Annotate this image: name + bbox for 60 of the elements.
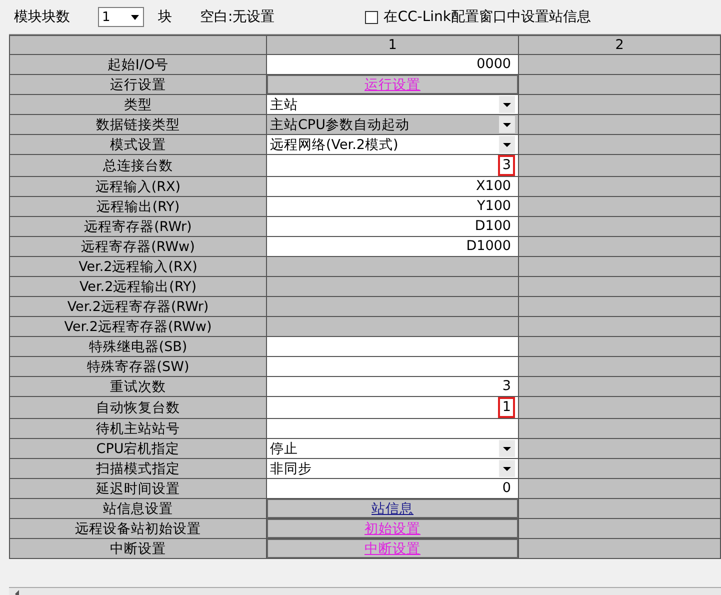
input-cell[interactable]: [266, 356, 518, 376]
row-header: Ver.2远程寄存器(RWr): [10, 296, 266, 316]
input-cell[interactable]: D100: [266, 216, 518, 236]
input-cell[interactable]: 3: [266, 376, 518, 396]
input-cell[interactable]: Y100: [266, 196, 518, 216]
input-cell[interactable]: 0000: [266, 54, 518, 74]
setting-button[interactable]: 站信息: [268, 500, 518, 518]
row-header: 站信息设置: [10, 498, 266, 518]
row-header: 远程寄存器(RWw): [10, 236, 266, 256]
input-cell[interactable]: [266, 418, 518, 438]
row-header: 运行设置: [10, 74, 266, 94]
dropdown-cell[interactable]: 非同步: [266, 458, 518, 478]
unit-label: 块: [158, 8, 172, 26]
row-header: Ver.2远程输入(RX): [10, 256, 266, 276]
row-header: 特殊继电器(SB): [10, 336, 266, 356]
row-header: 待机主站站号: [10, 418, 266, 438]
row-header: 特殊寄存器(SW): [10, 356, 266, 376]
cell-value: 0000: [476, 56, 512, 73]
row-header: 延迟时间设置: [10, 478, 266, 498]
row-header: 扫描模式指定: [10, 458, 266, 478]
cell-value: 1: [498, 398, 515, 418]
input-cell[interactable]: [266, 336, 518, 356]
dropdown-cell[interactable]: 主站: [266, 94, 518, 114]
module-count-dropdown[interactable]: 1: [98, 7, 144, 27]
row-header: 起始I/O号: [10, 54, 266, 74]
row-header: 类型: [10, 94, 266, 114]
row-header: 自动恢复台数: [10, 396, 266, 418]
cell-value: 3: [501, 378, 512, 395]
input-cell[interactable]: 1: [266, 396, 518, 418]
cell-value: 0: [501, 480, 512, 497]
dropdown-cell[interactable]: 主站CPU参数自动起动: [266, 114, 518, 134]
row-header: 远程设备站初始设置: [10, 518, 266, 538]
row-header: 数据链接类型: [10, 114, 266, 134]
row-header: 总连接台数: [10, 154, 266, 176]
row-header: CPU宕机指定: [10, 438, 266, 458]
cell-value: Y100: [476, 198, 512, 215]
row-header: Ver.2远程输出(RY): [10, 276, 266, 296]
row-header: 中断设置: [10, 538, 266, 558]
row-header: 远程寄存器(RWr): [10, 216, 266, 236]
cell-value: D100: [474, 218, 512, 235]
input-cell[interactable]: D1000: [266, 236, 518, 256]
cell-value: X100: [474, 178, 512, 195]
dropdown-cell[interactable]: 停止: [266, 438, 518, 458]
row-header: 远程输出(RY): [10, 196, 266, 216]
checkbox-label: 在CC-Link配置窗口中设置站信息: [384, 8, 591, 26]
cell-value: 3: [498, 156, 515, 176]
row-header: 重试次数: [10, 376, 266, 396]
checkbox[interactable]: [364, 10, 378, 24]
column-header: 1: [266, 36, 518, 54]
input-cell[interactable]: X100: [266, 176, 518, 196]
blank-note: 空白:无设置: [200, 8, 275, 26]
input-cell[interactable]: 0: [266, 478, 518, 498]
input-cell[interactable]: 3: [266, 154, 518, 176]
row-header: 模式设置: [10, 134, 266, 154]
module-count-label: 模块块数: [14, 8, 70, 26]
cell-value: D1000: [465, 238, 512, 255]
column-header: 2: [518, 36, 720, 54]
row-header: Ver.2远程寄存器(RWw): [10, 316, 266, 336]
dropdown-cell[interactable]: 远程网络(Ver.2模式): [266, 134, 518, 154]
row-header: 远程输入(RX): [10, 176, 266, 196]
